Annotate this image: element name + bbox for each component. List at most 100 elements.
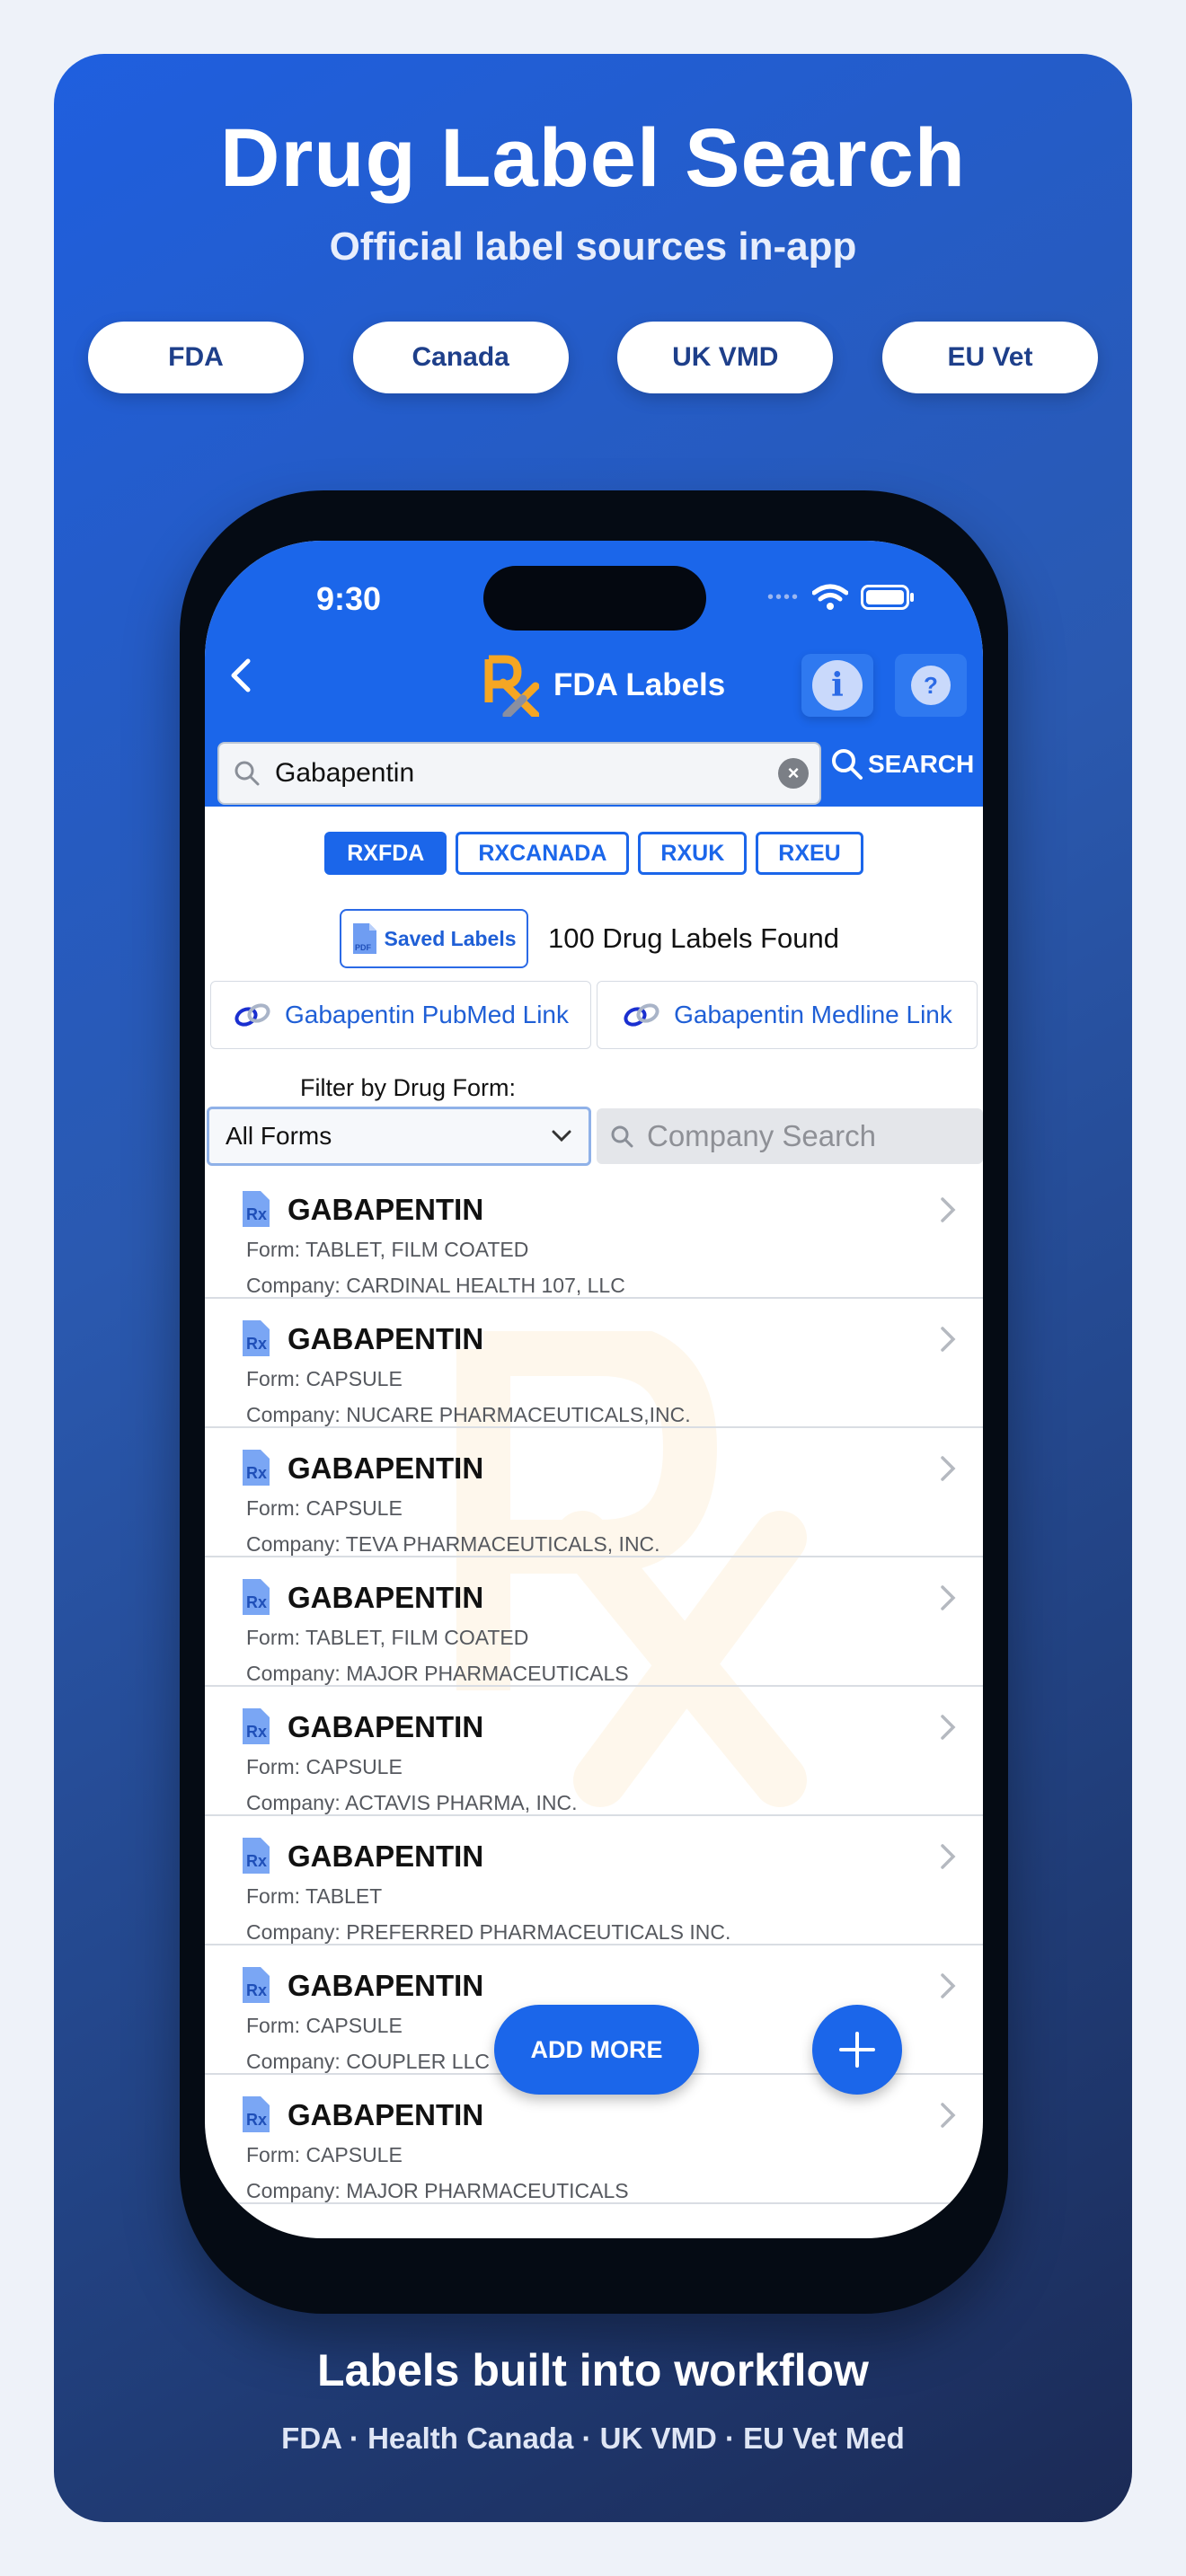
- drug-form: Form: TABLET, FILM COATED: [246, 1626, 529, 1649]
- drug-form-value: All Forms: [226, 1122, 332, 1150]
- drug-company: Company: ACTAVIS PHARMA, INC.: [246, 1791, 578, 1814]
- drug-form: Form: CAPSULE: [246, 1496, 403, 1520]
- chevron-right-icon: [941, 1715, 956, 1740]
- list-item[interactable]: Rx GABAPENTIN Form: TABLET, FILM COATED …: [205, 1169, 983, 1299]
- battery-icon: [861, 585, 914, 610]
- drug-company: Company: TEVA PHARMACEUTICALS, INC.: [246, 1532, 660, 1556]
- chevron-right-icon: [941, 1973, 956, 1998]
- status-time: 9:30: [316, 580, 382, 617]
- svg-text:Rx: Rx: [246, 2111, 267, 2129]
- wifi-icon: [812, 584, 848, 610]
- link-icon: [624, 1003, 659, 1027]
- drug-name: GABAPENTIN: [288, 1322, 484, 1355]
- drug-name: GABAPENTIN: [288, 1581, 484, 1614]
- chevron-right-icon: [941, 1844, 956, 1869]
- chevron-right-icon: [941, 1327, 956, 1352]
- help-icon: ?: [911, 666, 951, 705]
- filter-label: Filter by Drug Form:: [300, 1074, 517, 1101]
- svg-text:Rx: Rx: [246, 1335, 267, 1353]
- hero-title: Drug Label Search: [220, 112, 966, 204]
- search-field[interactable]: ×: [217, 742, 821, 805]
- footer-subtitle: FDA · Health Canada · UK VMD · EU Vet Me…: [281, 2422, 905, 2455]
- hero-subtitle: Official label sources in-app: [329, 225, 857, 269]
- list-item[interactable]: Rx GABAPENTIN Form: TABLET, FILM COATED …: [205, 1557, 983, 1687]
- pill-canada: Canada: [352, 322, 569, 393]
- tab-rxfda[interactable]: RXFDA: [324, 832, 447, 875]
- add-more-button[interactable]: ADD MORE: [494, 2005, 699, 2095]
- status-icons: ••••: [767, 584, 915, 611]
- help-button[interactable]: ?: [895, 654, 967, 717]
- back-chevron-icon[interactable]: [225, 657, 261, 693]
- dynamic-island: [483, 566, 706, 631]
- pill-eu-vet: EU Vet: [881, 322, 1098, 393]
- chevron-right-icon: [941, 1585, 956, 1610]
- list-item[interactable]: Rx GABAPENTIN Form: CAPSULE Company: TEV…: [205, 1428, 983, 1557]
- source-pills: FDA Canada UK VMD EU Vet: [88, 322, 1098, 393]
- rx-document-icon: Rx: [243, 1967, 270, 2003]
- pill-uk-vmd: UK VMD: [617, 322, 834, 393]
- drug-company: Company: NUCARE PHARMACEUTICALS,INC.: [246, 1403, 691, 1426]
- svg-text:Rx: Rx: [246, 1723, 267, 1741]
- pdf-icon: PDF: [353, 923, 377, 954]
- drug-form: Form: CAPSULE: [246, 1367, 403, 1390]
- svg-text:Rx: Rx: [246, 1205, 267, 1223]
- search-button[interactable]: SEARCH: [830, 747, 974, 781]
- chevron-right-icon: [941, 1197, 956, 1222]
- pill-fda: FDA: [88, 322, 304, 393]
- list-item[interactable]: Rx GABAPENTIN Form: TABLET Company: PREF…: [205, 1816, 983, 1945]
- drug-company: Company: MAJOR PHARMACEUTICALS: [246, 1662, 629, 1685]
- svg-text:Rx: Rx: [246, 1593, 267, 1611]
- chevron-right-icon: [941, 2103, 956, 2128]
- rx-document-icon: Rx: [243, 1708, 270, 1744]
- drug-form-select[interactable]: All Forms: [207, 1107, 591, 1166]
- drug-form: Form: TABLET, FILM COATED: [246, 1238, 529, 1261]
- rx-document-icon: Rx: [243, 1838, 270, 1874]
- svg-text:Rx: Rx: [246, 1852, 267, 1870]
- source-tabs: RXFDA RXCANADA RXUK RXEU: [205, 832, 983, 875]
- drug-name: GABAPENTIN: [288, 2098, 484, 2131]
- footer-title: Labels built into workflow: [317, 2345, 869, 2395]
- company-search-input[interactable]: [645, 1118, 972, 1154]
- drug-name: GABAPENTIN: [288, 1710, 484, 1743]
- drug-form: Form: CAPSULE: [246, 2143, 403, 2166]
- reference-links: Gabapentin PubMed Link Gabapentin Medlin…: [210, 981, 978, 1049]
- tab-rxuk[interactable]: RXUK: [638, 832, 748, 875]
- tab-rxcanada[interactable]: RXCANADA: [456, 832, 630, 875]
- signal-icon: ••••: [766, 587, 800, 607]
- rx-document-icon: Rx: [243, 2096, 270, 2132]
- tab-rxeu[interactable]: RXEU: [756, 832, 863, 875]
- list-item[interactable]: Rx GABAPENTIN Form: CAPSULE Company: ACT…: [205, 1687, 983, 1816]
- pubmed-link-label: Gabapentin PubMed Link: [285, 1001, 569, 1028]
- chevron-right-icon: [941, 1456, 956, 1481]
- rx-document-icon: Rx: [243, 1579, 270, 1615]
- add-button[interactable]: [812, 2005, 902, 2095]
- drug-company: Company: MAJOR PHARMACEUTICALS: [246, 2179, 629, 2202]
- search-icon: [832, 749, 863, 780]
- saved-row: PDF Saved Labels 100 Drug Labels Found: [340, 909, 839, 968]
- drug-form: Form: TABLET: [246, 1884, 383, 1908]
- rx-document-icon: Rx: [243, 1320, 270, 1356]
- drug-name: GABAPENTIN: [288, 1451, 484, 1485]
- medline-link-label: Gabapentin Medline Link: [674, 1001, 952, 1028]
- page-title: FDA Labels: [553, 667, 726, 702]
- chevron-down-icon: [552, 1130, 571, 1142]
- search-button-label: SEARCH: [868, 750, 975, 778]
- phone-frame: 9:30 •••• FDA Labels i ? Gabapentin × SE…: [180, 490, 1008, 2314]
- company-search-field[interactable]: [597, 1108, 983, 1164]
- phone-screen: 9:30 •••• FDA Labels i ? Gabapentin × SE…: [205, 541, 983, 2238]
- drug-company: Company: CARDINAL HEALTH 107, LLC: [246, 1274, 625, 1297]
- info-icon: i: [812, 660, 863, 710]
- search-input[interactable]: [273, 757, 762, 790]
- drug-name: GABAPENTIN: [288, 1839, 484, 1873]
- medline-link[interactable]: Gabapentin Medline Link: [597, 981, 978, 1049]
- clear-icon[interactable]: ×: [778, 758, 809, 789]
- drug-form: Form: CAPSULE: [246, 1755, 403, 1778]
- rx-logo-icon: [484, 655, 539, 717]
- rx-document-icon: Rx: [243, 1450, 270, 1486]
- app-header: 9:30 •••• FDA Labels i ? Gabapentin × SE…: [205, 541, 983, 807]
- svg-text:PDF: PDF: [355, 943, 372, 952]
- info-button[interactable]: i: [801, 654, 873, 717]
- pubmed-link[interactable]: Gabapentin PubMed Link: [210, 981, 591, 1049]
- list-item[interactable]: Rx GABAPENTIN Form: CAPSULE Company: NUC…: [205, 1299, 983, 1428]
- saved-labels-button[interactable]: PDF Saved Labels: [340, 909, 528, 968]
